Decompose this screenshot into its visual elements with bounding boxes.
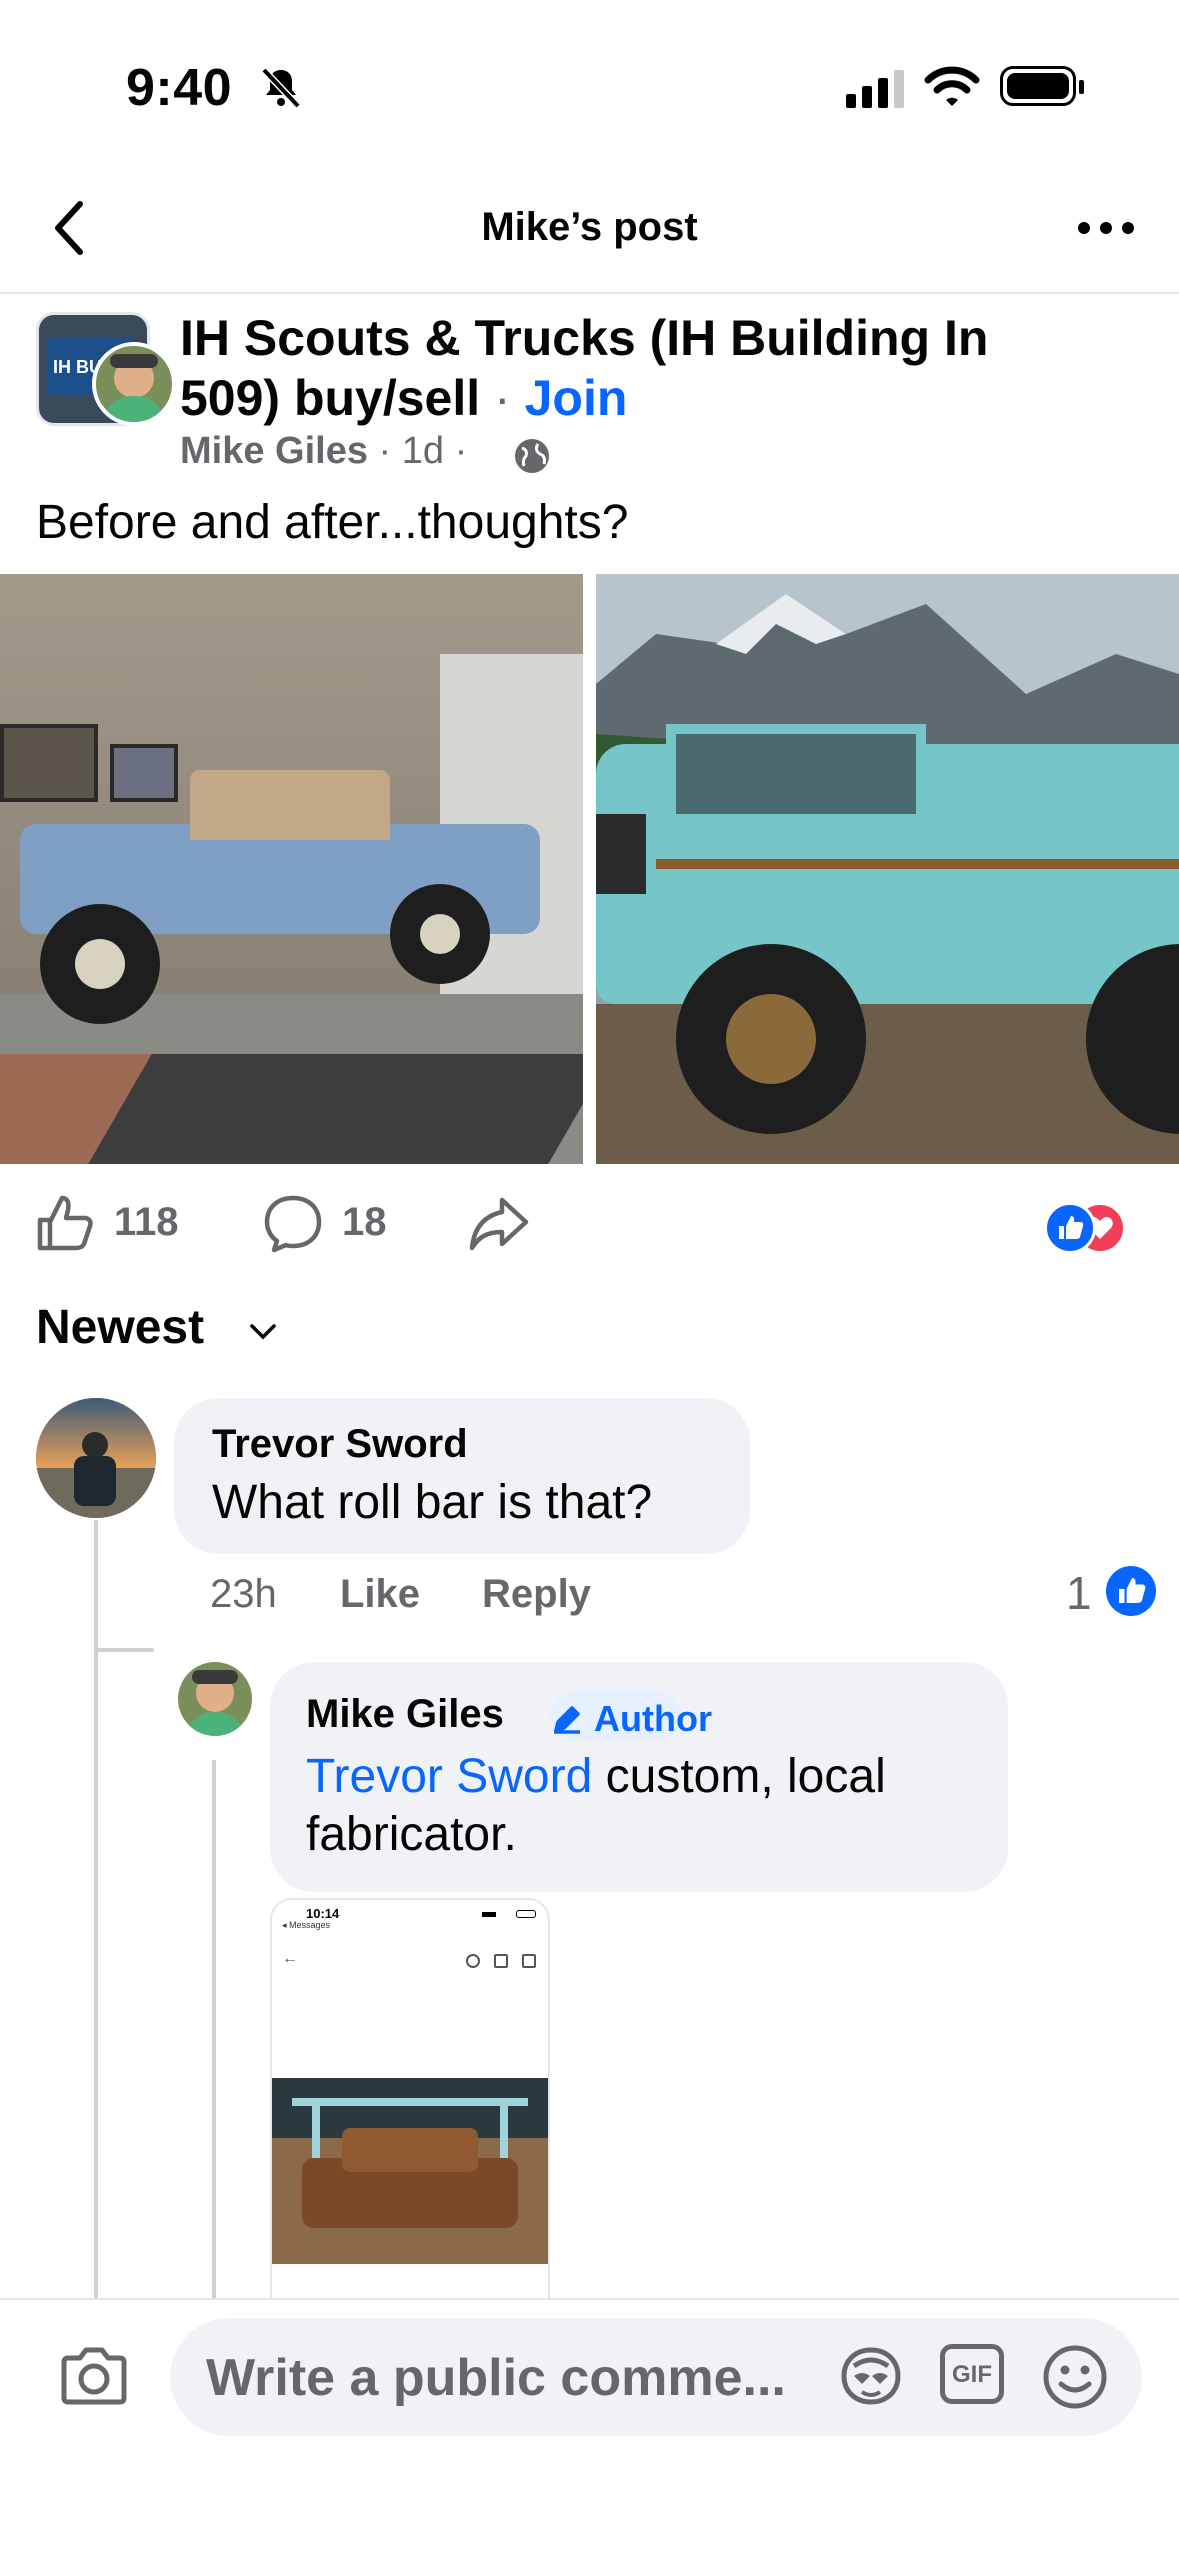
post-meta: Mike Giles · 1d · bbox=[180, 430, 467, 473]
reply-attached-screenshot[interactable]: 10:14 ◂ Messages ← bbox=[270, 1898, 550, 2322]
thread-branch bbox=[96, 1648, 154, 1652]
camera-icon[interactable] bbox=[58, 2344, 130, 2408]
status-time: 9:40 bbox=[126, 59, 233, 117]
thread-line bbox=[94, 1520, 98, 2300]
emoji-icon[interactable] bbox=[1040, 2342, 1110, 2412]
cellular-signal-icon bbox=[846, 70, 908, 108]
like-icon[interactable] bbox=[34, 1192, 96, 1254]
post-author[interactable]: Mike Giles bbox=[180, 430, 368, 472]
comment-reaction-count[interactable]: 1 bbox=[1066, 1566, 1092, 1620]
reply-mention[interactable]: Trevor Sword bbox=[306, 1750, 592, 1803]
author-badge: Author bbox=[550, 1692, 712, 1740]
sort-label[interactable]: Newest bbox=[36, 1301, 204, 1354]
comment-icon[interactable] bbox=[262, 1192, 324, 1254]
comment-text: What roll bar is that? bbox=[212, 1476, 653, 1529]
avatar-sticker-icon[interactable] bbox=[836, 2344, 906, 2408]
join-link[interactable]: Join bbox=[525, 370, 628, 426]
wifi-icon bbox=[924, 66, 980, 106]
pencil-icon bbox=[554, 1706, 580, 1734]
reply-author-avatar[interactable] bbox=[178, 1662, 252, 1736]
commenter-name[interactable]: Trevor Sword bbox=[212, 1422, 468, 1467]
after-photo[interactable] bbox=[596, 574, 1179, 1164]
comment-count[interactable]: 18 bbox=[342, 1200, 387, 1245]
gif-icon[interactable]: GIF bbox=[940, 2344, 1004, 2404]
reaction-summary[interactable] bbox=[1044, 1200, 1126, 1254]
screenshot-photo bbox=[272, 2078, 548, 2264]
comment-bubble[interactable]: Trevor Sword What roll bar is that? bbox=[174, 1398, 750, 1554]
commenter-avatar[interactable] bbox=[36, 1398, 156, 1518]
post-text: Before and after...thoughts? bbox=[36, 496, 629, 549]
reply-bubble[interactable]: Mike Giles Author Trevor Sword custom, l… bbox=[270, 1662, 1008, 1892]
join-separator: · bbox=[480, 370, 525, 426]
sort-selector[interactable]: Newest bbox=[36, 1300, 204, 1355]
like-reaction-icon bbox=[1044, 1202, 1096, 1254]
more-options-icon[interactable] bbox=[1076, 214, 1136, 242]
screenshot-back-label: ◂ Messages bbox=[282, 1920, 331, 1930]
before-photo[interactable] bbox=[0, 574, 583, 1164]
like-count[interactable]: 118 bbox=[114, 1200, 179, 1245]
reply-text: Trevor Sword custom, local fabricator. bbox=[306, 1748, 996, 1864]
comment-time: 23h bbox=[210, 1572, 277, 1616]
reply-thread-line bbox=[212, 1760, 216, 2300]
comment-reply-button[interactable]: Reply bbox=[482, 1572, 591, 1617]
silent-bell-icon bbox=[261, 67, 301, 109]
comment-like-button[interactable]: Like bbox=[340, 1572, 420, 1617]
screenshot-action-icons bbox=[466, 1952, 536, 1968]
group-name[interactable]: IH Scouts & Trucks (IH Building In 509) … bbox=[180, 308, 1080, 428]
post-time: · 1d · bbox=[378, 430, 468, 472]
header-divider bbox=[0, 292, 1179, 294]
reply-text-line2: fabricator. bbox=[306, 1808, 517, 1861]
screenshot-time: 10:14 bbox=[306, 1906, 340, 1921]
page-title: Mike’s post bbox=[481, 205, 698, 249]
reply-text-line1: custom, local bbox=[592, 1750, 886, 1803]
author-badge-label: Author bbox=[594, 1698, 712, 1739]
screenshot-status-icons bbox=[482, 1910, 538, 1918]
comment-input-placeholder[interactable]: Write a public comme... bbox=[206, 2348, 786, 2408]
author-mini-avatar[interactable] bbox=[92, 342, 176, 426]
battery-icon bbox=[1000, 66, 1084, 106]
comment-like-reaction-icon bbox=[1106, 1566, 1156, 1616]
globe-icon bbox=[515, 439, 549, 473]
gif-icon-glyph: GIF bbox=[952, 2361, 992, 2388]
chevron-down-icon[interactable] bbox=[248, 1322, 278, 1342]
reply-author-name[interactable]: Mike Giles bbox=[306, 1692, 504, 1737]
share-icon[interactable] bbox=[468, 1192, 530, 1254]
screenshot-back-icon: ← bbox=[282, 1950, 298, 1967]
